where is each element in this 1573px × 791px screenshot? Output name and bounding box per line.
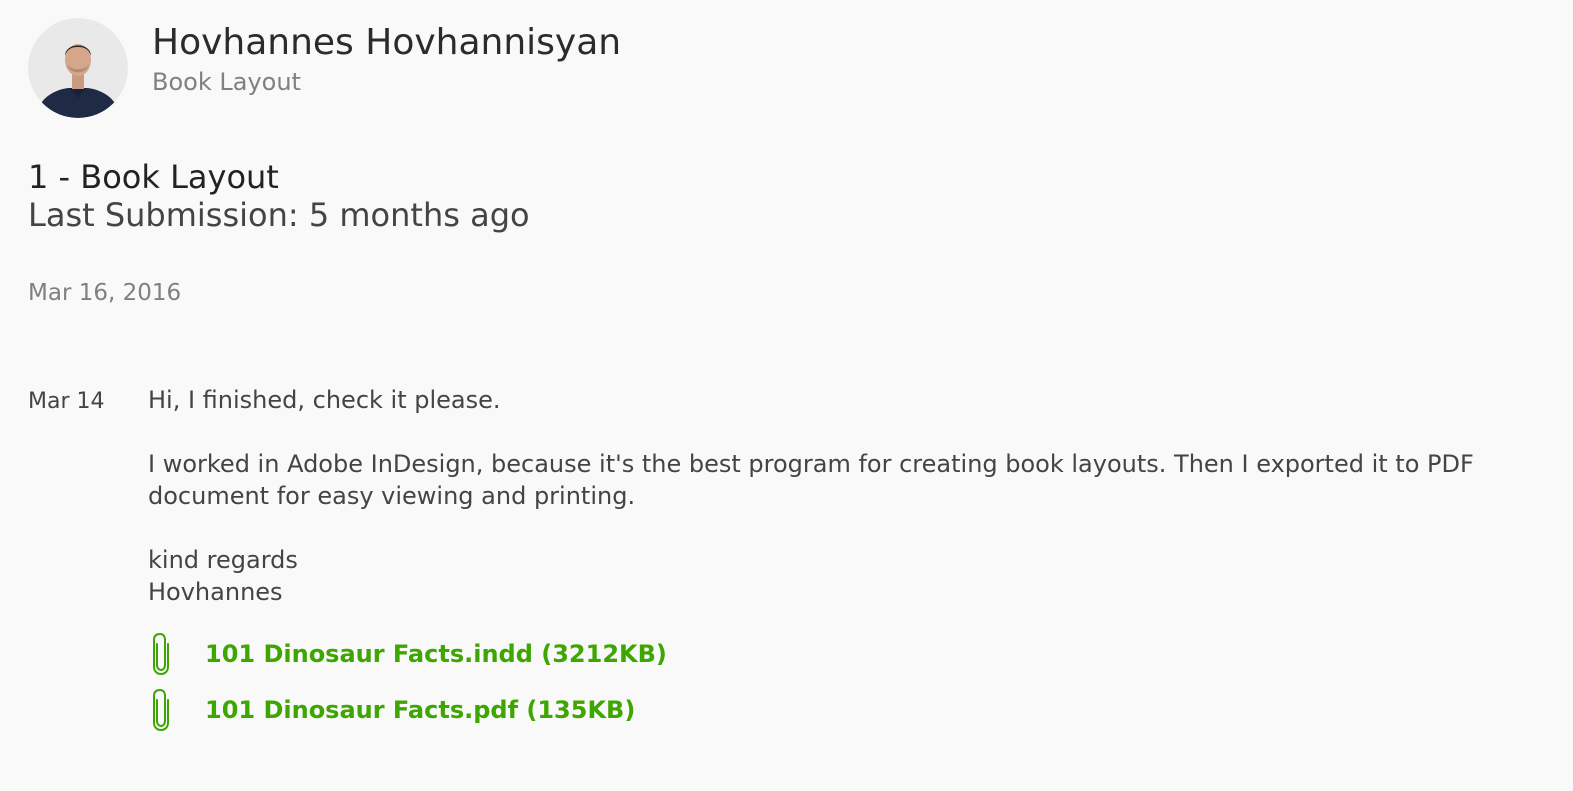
message-greeting: Hi, I finished, check it please. [148,386,501,414]
header-text: Hovhannes Hovhannisyan Book Layout [152,18,621,97]
student-header: Hovhannes Hovhannisyan Book Layout [28,18,621,118]
attachment-label[interactable]: 101 Dinosaur Facts.pdf (135KB) [205,696,635,724]
last-submission: Last Submission: 5 months ago [28,196,530,234]
message-body: Hi, I finished, check it please. I worke… [148,384,1558,608]
paperclip-icon [148,686,188,734]
avatar[interactable] [28,18,128,118]
student-project: Book Layout [152,68,301,96]
student-name: Hovhannes Hovhannisyan [152,22,622,63]
message-closing: kind regards [148,546,298,574]
attachment-link[interactable]: 101 Dinosaur Facts.pdf (135KB) [148,686,667,734]
attachment-list: 101 Dinosaur Facts.indd (3212KB) 101 Din… [148,630,667,742]
message-date: Mar 14 [28,389,105,414]
date-heading: Mar 16, 2016 [28,280,182,306]
message-signature: Hovhannes [148,578,283,606]
message-paragraph: I worked in Adobe InDesign, because it's… [148,450,1474,510]
project-title: 1 - Book Layout [28,158,279,196]
paperclip-icon [148,630,188,678]
submission-info: 1 - Book Layout Last Submission: 5 month… [28,158,530,234]
attachment-label[interactable]: 101 Dinosaur Facts.indd (3212KB) [205,640,667,668]
attachment-link[interactable]: 101 Dinosaur Facts.indd (3212KB) [148,630,667,678]
